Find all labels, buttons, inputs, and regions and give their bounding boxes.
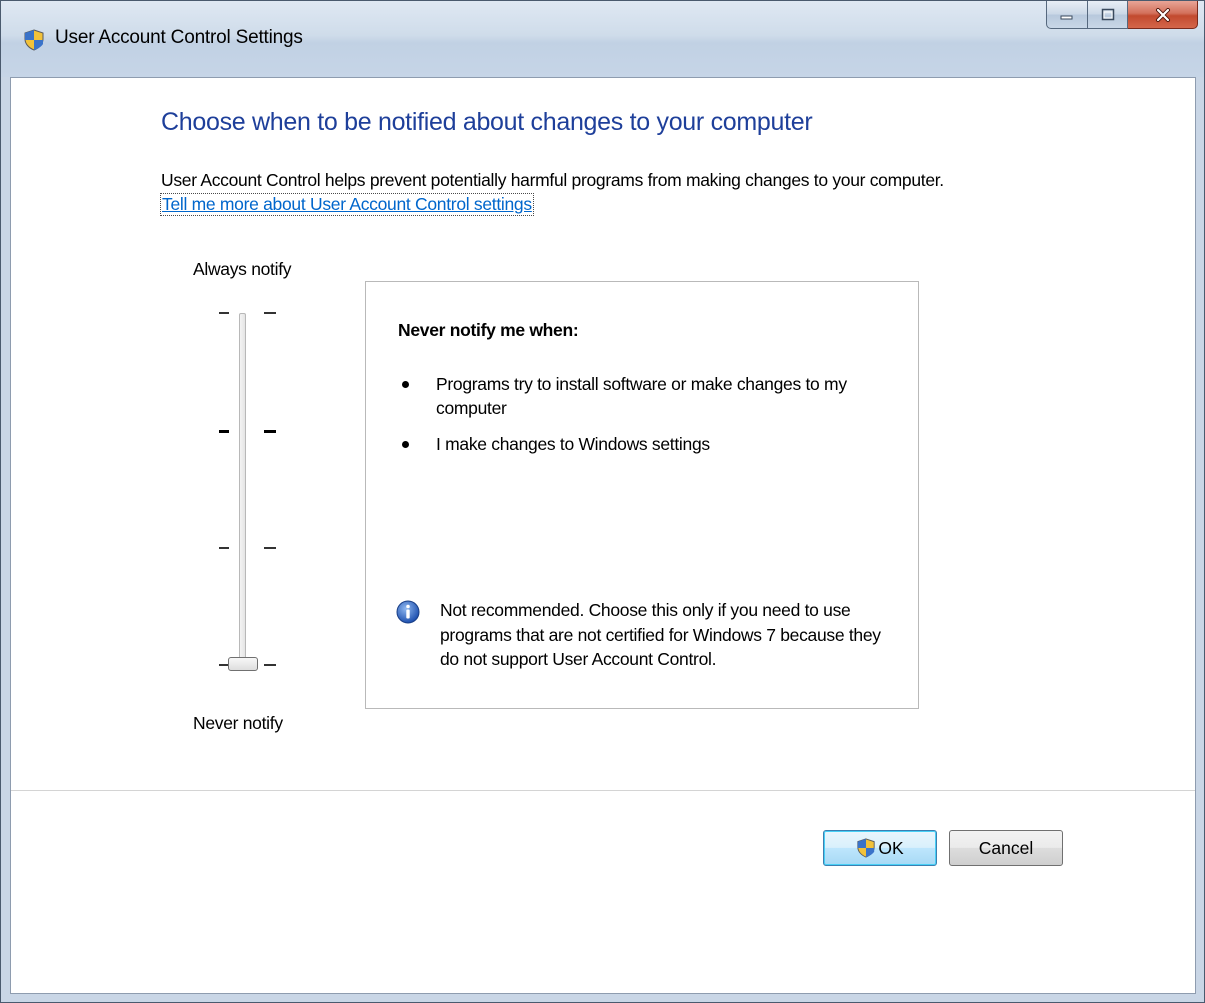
level-description-heading: Never notify me when: — [398, 320, 579, 340]
uac-shield-icon — [24, 29, 44, 51]
slider-tick — [264, 547, 276, 549]
maximize-icon — [1101, 8, 1114, 20]
caption-buttons — [1046, 1, 1198, 31]
close-button[interactable] — [1128, 1, 1198, 29]
recommendation-text: Not recommended. Choose this only if you… — [440, 600, 881, 669]
uac-shield-icon — [857, 838, 875, 858]
slider-tick — [219, 312, 229, 314]
level-description-box: Never notify me when: Programs try to in… — [365, 281, 919, 709]
level-bullet-list: Programs try to install software or make… — [398, 372, 878, 468]
notification-level-slider[interactable] — [211, 303, 301, 673]
ok-button[interactable]: OK — [823, 830, 937, 866]
description-text: User Account Control helps prevent poten… — [161, 170, 944, 190]
slider-bottom-label: Never notify — [193, 713, 283, 733]
title-bar[interactable]: User Account Control Settings — [1, 1, 1204, 77]
slider-top-label: Always notify — [193, 259, 292, 279]
slider-tick — [264, 430, 276, 433]
slider-tick — [264, 664, 276, 666]
slider-tick — [219, 547, 229, 549]
cancel-button[interactable]: Cancel — [949, 830, 1063, 866]
list-item-text: Programs try to install software or make… — [436, 374, 847, 418]
slider-thumb[interactable] — [228, 657, 258, 671]
slider-tick — [264, 312, 276, 314]
slider-tick — [219, 430, 229, 433]
bullet-icon — [402, 441, 409, 448]
uac-settings-window: User Account Control Settings Choose whe… — [0, 0, 1205, 1003]
client-area: Choose when to be notified about changes… — [10, 77, 1196, 994]
maximize-button[interactable] — [1088, 1, 1128, 29]
ok-button-label: OK — [878, 837, 904, 858]
window-title: User Account Control Settings — [55, 27, 303, 48]
close-icon — [1155, 7, 1170, 22]
list-item: Programs try to install software or make… — [398, 372, 878, 420]
bullet-icon — [402, 381, 409, 388]
page-heading: Choose when to be notified about changes… — [161, 108, 813, 136]
slider-track[interactable] — [239, 313, 246, 671]
footer-divider — [11, 790, 1195, 791]
minimize-button[interactable] — [1046, 1, 1088, 29]
list-item-text: I make changes to Windows settings — [436, 434, 710, 454]
cancel-button-label: Cancel — [978, 837, 1034, 858]
list-item: I make changes to Windows settings — [398, 432, 878, 456]
info-icon — [396, 600, 420, 624]
learn-more-link[interactable]: Tell me more about User Account Control … — [160, 193, 534, 216]
minimize-icon — [1060, 15, 1073, 19]
